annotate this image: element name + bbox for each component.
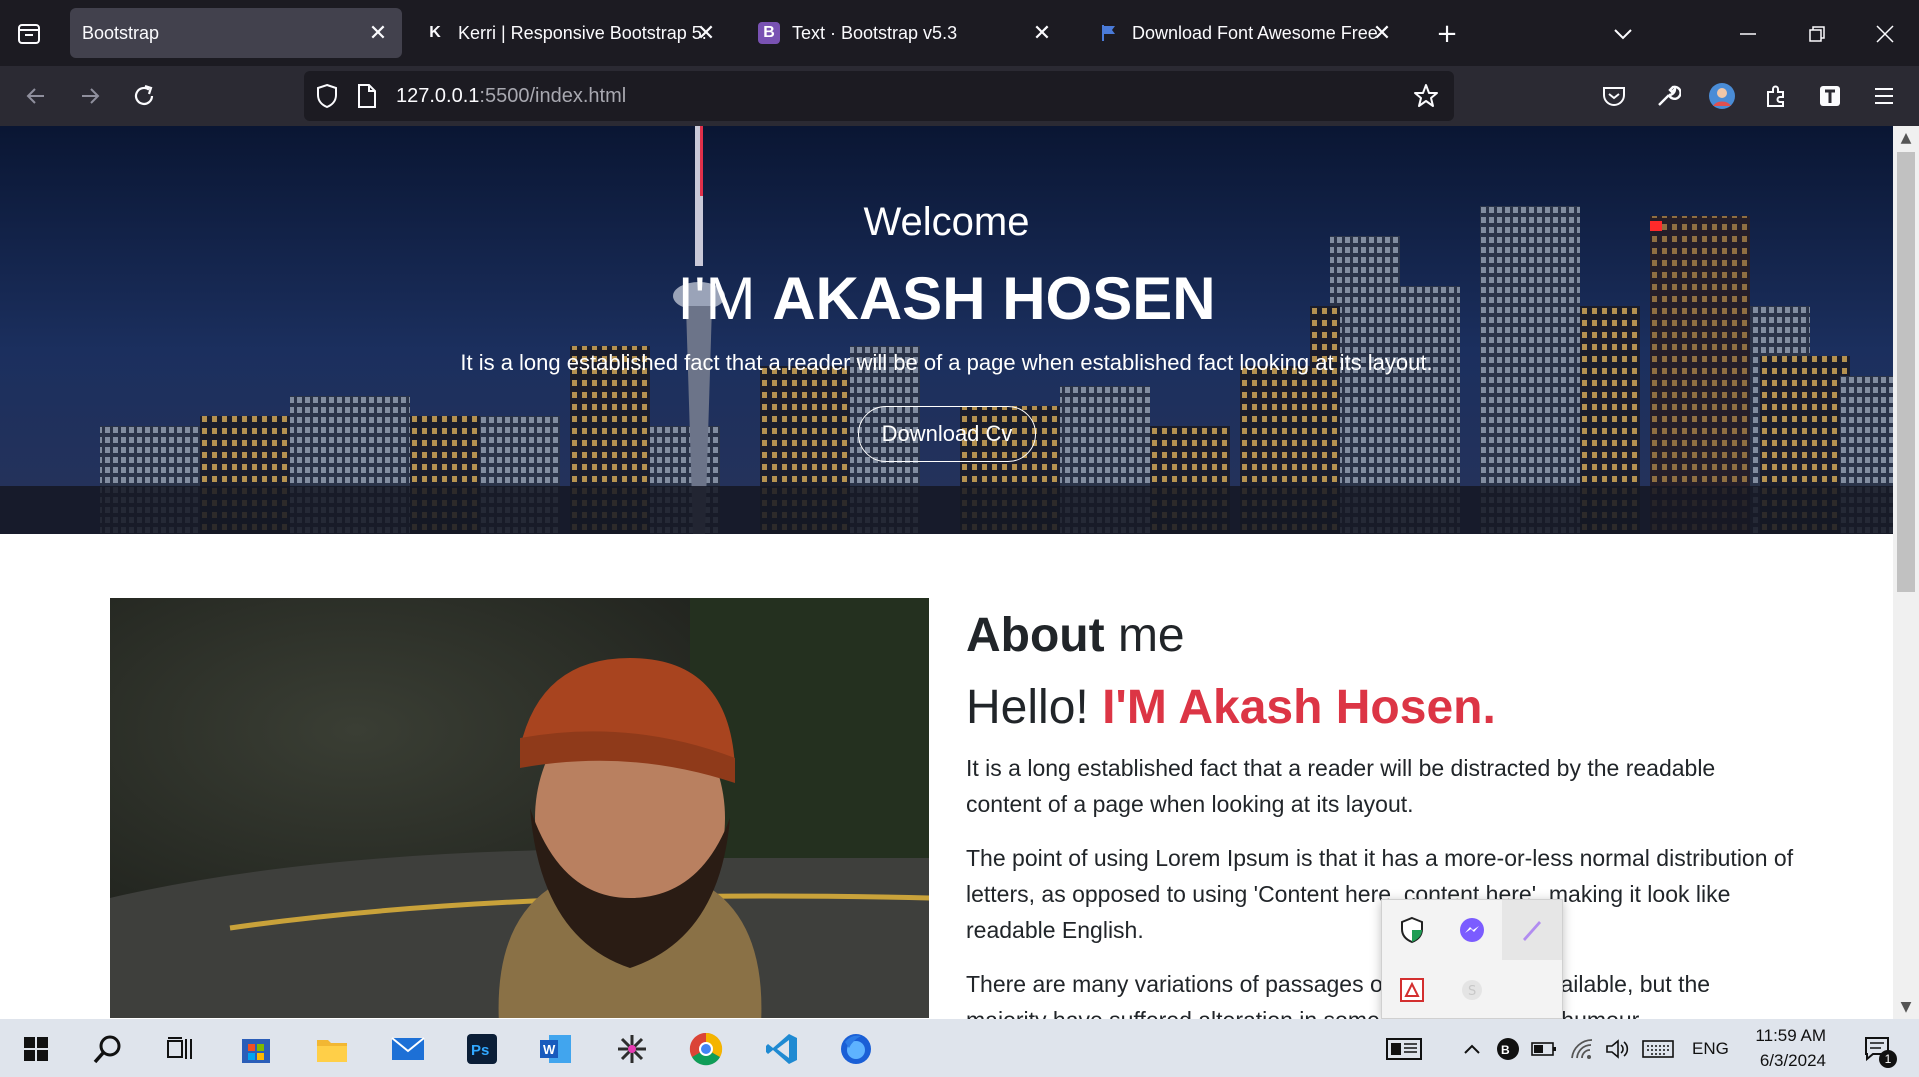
reload-icon[interactable]: [126, 78, 162, 114]
bearded-man-photo: [110, 598, 929, 1018]
hero-welcome: Welcome: [863, 200, 1030, 244]
notification-count-badge: 1: [1879, 1050, 1897, 1068]
task-view-icon[interactable]: [158, 1027, 202, 1071]
about-photo: [110, 598, 929, 1018]
scroll-down-icon[interactable]: ▼: [1893, 995, 1919, 1019]
app-tray-icon[interactable]: B: [1488, 1027, 1528, 1071]
photoshop-icon[interactable]: Ps: [460, 1027, 504, 1071]
close-tab-icon[interactable]: ✕: [694, 20, 718, 45]
touch-keyboard-icon[interactable]: [1638, 1027, 1678, 1071]
microsoft-store-icon[interactable]: [234, 1027, 278, 1071]
address-bar[interactable]: 127.0.0.1:5500/index.html: [304, 71, 1454, 121]
tab-title: Kerri | Responsive Bootstrap 5.3: [458, 22, 706, 43]
page-scrollbar[interactable]: ▲ ▼: [1893, 126, 1919, 1019]
hero-description: It is a long established fact that a rea…: [460, 350, 1433, 375]
close-tab-icon[interactable]: ✕: [366, 20, 390, 45]
new-tab-icon[interactable]: +: [1430, 17, 1464, 51]
battery-icon[interactable]: [1524, 1027, 1564, 1071]
about-heading-bold: About: [966, 609, 1105, 662]
scroll-up-icon[interactable]: ▲: [1893, 126, 1919, 150]
chrome-icon[interactable]: [684, 1027, 728, 1071]
shield-check-icon[interactable]: [1382, 900, 1442, 960]
pdf-icon[interactable]: [1382, 960, 1442, 1020]
svg-text:W: W: [543, 1042, 556, 1057]
bookmark-star-icon[interactable]: [1412, 82, 1440, 114]
close-tab-icon[interactable]: ✕: [1030, 20, 1054, 45]
browser-nav-bar: 127.0.0.1:5500/index.html: [0, 66, 1919, 126]
page-icon[interactable]: [356, 83, 378, 113]
account-avatar-icon[interactable]: [1704, 78, 1740, 114]
page-viewport: Welcome I'M AKASH HOSEN It is a long est…: [0, 126, 1893, 1019]
pen-icon[interactable]: [1502, 900, 1562, 960]
about-hello-prefix: Hello!: [966, 681, 1103, 734]
flag-icon: [1098, 22, 1120, 44]
windows-start-icon[interactable]: [14, 1027, 58, 1071]
pocket-icon[interactable]: [1596, 78, 1632, 114]
mail-icon[interactable]: [386, 1027, 430, 1071]
k-favicon-icon: K: [429, 24, 441, 41]
list-all-tabs-icon[interactable]: [1606, 17, 1640, 51]
tab-title: Bootstrap: [82, 22, 160, 43]
browser-tab-bar: Bootstrap ✕ K Kerri | Responsive Bootstr…: [0, 0, 1919, 66]
word-icon[interactable]: W: [534, 1027, 578, 1071]
about-hello: Hello! I'M Akash Hosen.: [966, 680, 1496, 735]
tab-bootstrap[interactable]: Bootstrap ✕: [70, 8, 402, 58]
vscode-icon[interactable]: [760, 1027, 804, 1071]
file-explorer-icon[interactable]: [310, 1027, 354, 1071]
clock-time[interactable]: 11:59 AM: [1752, 1026, 1826, 1046]
hamburger-menu-icon[interactable]: [1866, 78, 1902, 114]
wrench-icon[interactable]: [1650, 78, 1686, 114]
news-widget-icon[interactable]: [1382, 1027, 1426, 1071]
wifi-icon[interactable]: [1562, 1027, 1602, 1071]
tab-overview-icon[interactable]: [12, 17, 46, 51]
hero-name-prefix: I'M: [677, 265, 773, 332]
close-window-icon[interactable]: [1868, 17, 1902, 51]
about-hello-name: I'M Akash Hosen.: [1102, 681, 1496, 734]
text-extension-icon[interactable]: [1812, 78, 1848, 114]
about-heading-rest: me: [1104, 609, 1185, 662]
volume-icon[interactable]: [1598, 1027, 1638, 1071]
hero-section: Welcome I'M AKASH HOSEN It is a long est…: [0, 126, 1893, 534]
svg-text:B: B: [1501, 1043, 1510, 1057]
tab-title: Download Font Awesome Free: [1132, 22, 1378, 43]
firefox-icon[interactable]: [834, 1027, 878, 1071]
tab-bootstrap-text[interactable]: B Text · Bootstrap v5.3 ✕: [746, 8, 1066, 58]
tab-title: Text · Bootstrap v5.3: [792, 22, 958, 43]
skype-icon[interactable]: S: [1442, 960, 1502, 1020]
minimize-window-icon[interactable]: [1732, 17, 1766, 51]
about-paragraph-1: It is a long established fact that a rea…: [966, 755, 1716, 817]
back-arrow-icon[interactable]: [18, 78, 54, 114]
search-icon[interactable]: [86, 1027, 130, 1071]
url-host: 127.0.0.1: [396, 85, 480, 107]
show-hidden-icons-chevron-icon[interactable]: [1452, 1027, 1492, 1071]
extensions-puzzle-icon[interactable]: [1758, 78, 1794, 114]
windows-taskbar: Ps W B ENG 11:59 AM 6/3/2024 1: [0, 1019, 1919, 1077]
messenger-icon[interactable]: [1442, 900, 1502, 960]
about-heading: About me: [966, 608, 1185, 663]
clock-date[interactable]: 6/3/2024: [1752, 1051, 1826, 1071]
input-language[interactable]: ENG: [1692, 1039, 1729, 1059]
url-text: 127.0.0.1:5500/index.html: [396, 85, 626, 108]
scrollbar-thumb[interactable]: [1897, 152, 1915, 592]
bootstrap-favicon-icon: B: [758, 22, 780, 44]
svg-text:Ps: Ps: [471, 1042, 489, 1059]
snipping-tool-icon[interactable]: [610, 1027, 654, 1071]
tab-kerri[interactable]: K Kerri | Responsive Bootstrap 5.3 ✕: [410, 8, 730, 58]
forward-arrow-icon[interactable]: [72, 78, 108, 114]
close-tab-icon[interactable]: ✕: [1370, 20, 1394, 45]
hidden-icons-tray-popup: S: [1381, 899, 1563, 1019]
tab-font-awesome[interactable]: Download Font Awesome Free ✕: [1086, 8, 1406, 58]
hero-name-bold: AKASH HOSEN: [772, 265, 1216, 332]
url-path: :5500/index.html: [479, 85, 627, 107]
download-cv-button[interactable]: Download Cv: [858, 406, 1036, 462]
svg-text:S: S: [1468, 984, 1476, 999]
restore-window-icon[interactable]: [1800, 17, 1834, 51]
hero-name: I'M AKASH HOSEN: [0, 264, 1893, 333]
tracking-protection-shield-icon[interactable]: [314, 83, 340, 113]
